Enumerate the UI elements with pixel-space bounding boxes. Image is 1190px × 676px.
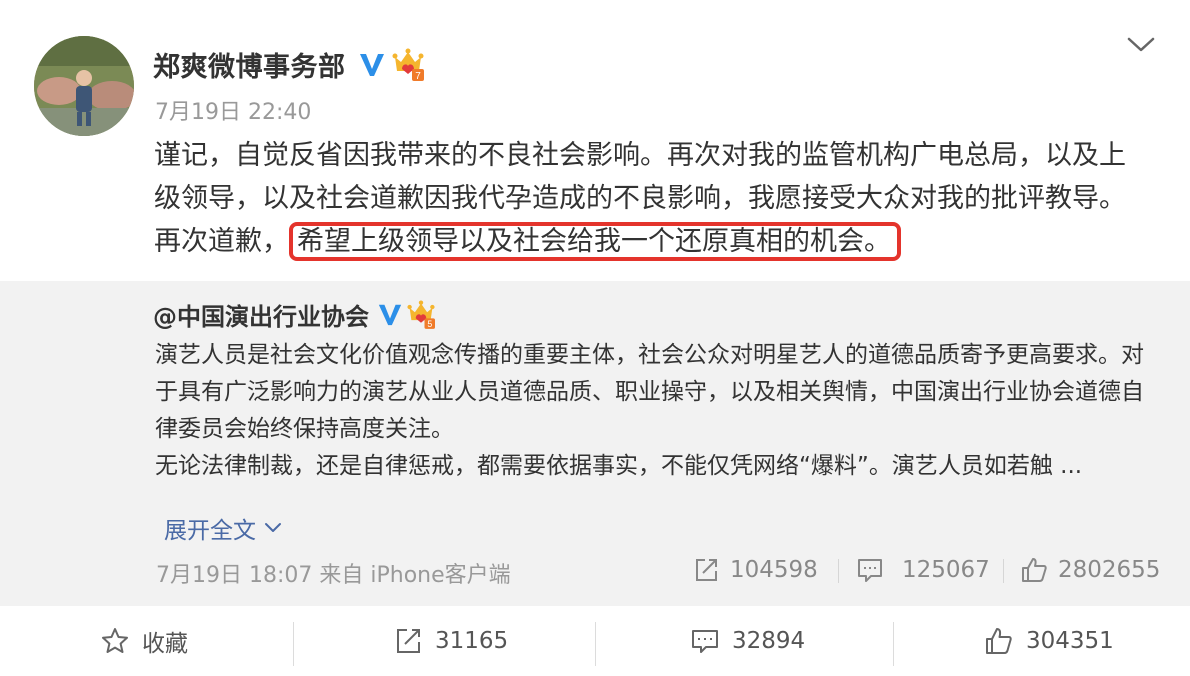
expand-label: 展开全文 <box>164 518 256 544</box>
author-row: 郑爽微博事务部 7 <box>153 44 424 84</box>
divider <box>595 622 596 666</box>
username[interactable]: 郑爽微博事务部 <box>153 45 346 84</box>
repost-comment-count: 125067 <box>902 557 990 583</box>
repost-text: 演艺人员是社会文化价值观念传播的重要主体，社会公众对明星艺人的道德品质寄予更高要… <box>155 337 1145 485</box>
vip-crown-icon[interactable]: 5 <box>407 299 435 329</box>
verified-v-icon <box>377 301 403 327</box>
highlighted-text: 希望上级领导以及社会给我一个还原真相的机会。 <box>289 222 901 261</box>
repost-comment-button[interactable]: 125067 <box>856 553 990 587</box>
verified-v-icon <box>358 50 386 78</box>
post-content: 谨记，自觉反省因我带来的不良社会影响。再次对我的监管机构广电总局，以及上级领导，… <box>154 134 1144 263</box>
repost-author[interactable]: @中国演出行业协会 <box>153 297 369 332</box>
comment-icon <box>858 559 882 582</box>
repost-button[interactable]: 31165 <box>393 606 508 676</box>
share-icon <box>397 629 420 653</box>
vip-crown-icon[interactable]: 7 <box>392 47 424 82</box>
divider <box>893 622 894 666</box>
weibo-post: 郑爽微博事务部 7 7月19日 22:40 谨记，自觉反省因我带来的不良社会影响 <box>0 0 1190 676</box>
favorite-button[interactable]: 收藏 <box>100 606 188 676</box>
comment-count: 32894 <box>732 628 806 654</box>
reposted-weibo[interactable]: @中国演出行业协会 5 演艺人员是社会文化价值观念传播的重要主体，社会公众对明星… <box>0 281 1190 606</box>
thumbs-up-icon <box>1022 558 1047 582</box>
comment-button[interactable]: 32894 <box>690 606 805 676</box>
action-bar: 收藏 31165 32894 304351 <box>0 606 1190 676</box>
divider <box>838 559 839 583</box>
thumbs-up-icon <box>986 628 1012 654</box>
like-button[interactable]: 304351 <box>984 606 1114 676</box>
divider <box>1003 559 1004 583</box>
repost-paragraph: 无论法律制裁，还是自律惩戒，都需要依据事实，不能仅凭网络“爆料”。演艺人员如若触… <box>155 453 1083 479</box>
repost-like-button[interactable]: 2802655 <box>1020 553 1160 587</box>
crown-level: 5 <box>427 319 432 329</box>
expand-full-text-link[interactable]: 展开全文 <box>164 511 282 545</box>
chevron-down-icon[interactable] <box>1126 34 1156 56</box>
crown-level: 7 <box>415 71 421 81</box>
repost-paragraph: 演艺人员是社会文化价值观念传播的重要主体，社会公众对明星艺人的道德品质寄予更高要… <box>155 342 1144 442</box>
share-icon <box>696 559 717 581</box>
divider <box>293 622 294 666</box>
avatar[interactable] <box>34 36 134 136</box>
repost-share-button[interactable]: 104598 <box>692 553 818 587</box>
repost-author-row: @中国演出行业协会 5 <box>153 297 435 331</box>
favorite-label: 收藏 <box>142 631 188 657</box>
comment-icon <box>692 630 718 653</box>
like-count: 304351 <box>1026 628 1114 654</box>
repost-time-source[interactable]: 7月19日 18:07 来自 iPhone客户端 <box>156 557 511 589</box>
post-time[interactable]: 7月19日 22:40 <box>155 94 311 126</box>
repost-share-count: 104598 <box>730 557 818 583</box>
repost-count: 31165 <box>435 628 509 654</box>
chevron-down-icon <box>265 523 281 532</box>
star-icon <box>102 628 128 653</box>
repost-like-count: 2802655 <box>1058 557 1161 583</box>
